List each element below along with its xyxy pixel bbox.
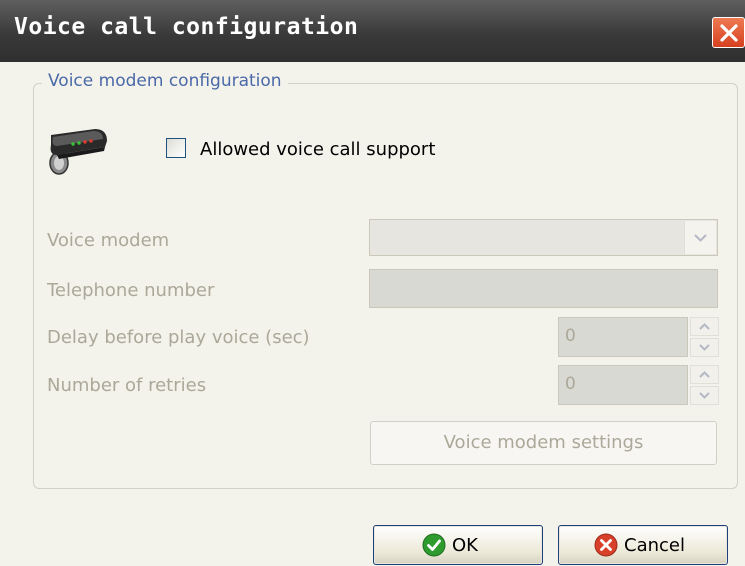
retries-label: Number of retries bbox=[47, 375, 207, 396]
voice-call-support-checkbox[interactable] bbox=[166, 138, 186, 158]
chevron-down-icon bbox=[694, 234, 707, 242]
delay-spinner bbox=[690, 317, 719, 357]
delay-value: 0 bbox=[565, 326, 576, 346]
retries-value: 0 bbox=[565, 374, 576, 394]
voice-call-support-label[interactable]: Allowed voice call support bbox=[200, 139, 435, 160]
telephone-number-label: Telephone number bbox=[47, 280, 215, 301]
retries-up-button[interactable] bbox=[690, 365, 719, 384]
window-title: Voice call configuration bbox=[14, 14, 359, 40]
dropdown-button[interactable] bbox=[684, 221, 716, 254]
dialog-content: Voice modem configuration Allowed voice … bbox=[0, 62, 745, 566]
chevron-down-icon bbox=[699, 344, 710, 351]
telephone-number-input[interactable] bbox=[369, 269, 718, 308]
cancel-label: Cancel bbox=[624, 535, 685, 556]
ok-label: OK bbox=[452, 535, 478, 556]
delay-input[interactable]: 0 bbox=[558, 317, 688, 357]
modem-icon bbox=[49, 129, 107, 175]
chevron-down-icon bbox=[699, 392, 710, 399]
voice-modem-settings-button[interactable]: Voice modem settings bbox=[370, 421, 717, 465]
cancel-button[interactable]: Cancel bbox=[558, 525, 728, 565]
delay-up-button[interactable] bbox=[690, 317, 719, 336]
close-icon bbox=[720, 24, 738, 42]
title-bar[interactable]: Voice call configuration bbox=[0, 0, 745, 62]
close-button[interactable] bbox=[712, 17, 745, 48]
retries-spinner bbox=[690, 365, 719, 405]
group-legend: Voice modem configuration bbox=[42, 71, 288, 91]
x-circle-icon bbox=[594, 533, 618, 557]
retries-input[interactable]: 0 bbox=[558, 365, 688, 405]
retries-down-button[interactable] bbox=[690, 386, 719, 405]
voice-modem-label: Voice modem bbox=[47, 230, 170, 251]
check-circle-icon bbox=[422, 533, 446, 557]
chevron-up-icon bbox=[699, 323, 710, 330]
chevron-up-icon bbox=[699, 371, 710, 378]
delay-label: Delay before play voice (sec) bbox=[47, 327, 310, 348]
delay-down-button[interactable] bbox=[690, 338, 719, 357]
voice-call-configuration-dialog: Voice call configuration Voice modem con… bbox=[0, 0, 745, 566]
ok-button[interactable]: OK bbox=[373, 525, 543, 565]
voice-modem-select[interactable] bbox=[369, 219, 718, 256]
